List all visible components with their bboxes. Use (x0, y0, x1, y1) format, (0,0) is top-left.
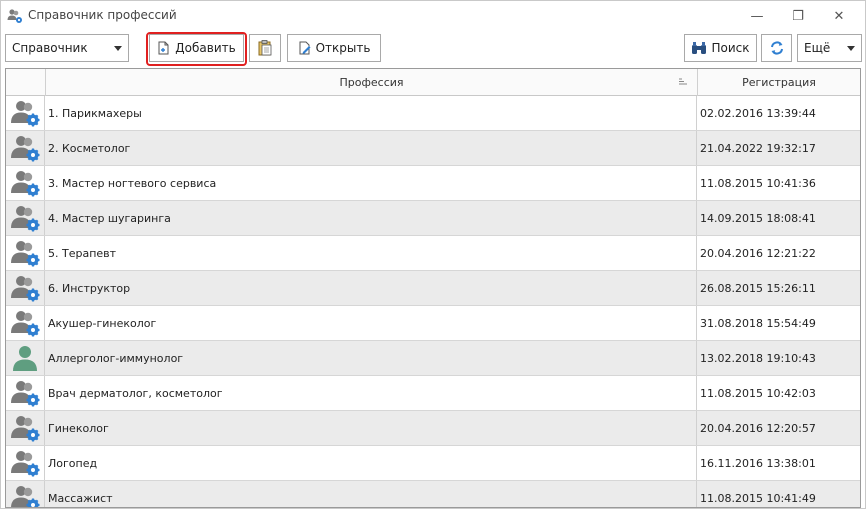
registration-cell: 02.02.2016 13:39:44 (700, 106, 816, 120)
profession-cell: 3. Мастер ногтевого сервиса (46, 166, 697, 200)
edit-document-icon (299, 41, 311, 55)
registration-cell: 16.11.2016 13:38:01 (700, 456, 816, 470)
user-green-icon (13, 346, 37, 371)
more-dropdown-label: Ещё (804, 41, 831, 55)
users-gear-icon (11, 206, 40, 232)
table-row[interactable]: 5. Терапевт 20.04.2016 12:21:22 (6, 236, 860, 271)
header-profession[interactable]: Профессия (46, 69, 698, 96)
add-button-highlight (146, 32, 247, 66)
table-row[interactable]: 3. Мастер ногтевого сервиса 11.08.2015 1… (6, 166, 860, 201)
registration-cell: 11.08.2015 10:42:03 (700, 386, 816, 400)
profession-cell: Аллерголог-иммунолог (46, 341, 697, 375)
registration-cell: 14.09.2015 18:08:41 (700, 211, 816, 225)
registration-cell: 26.08.2015 15:26:11 (700, 281, 816, 295)
clipboard-icon (258, 40, 272, 56)
header-registration[interactable]: Регистрация (698, 69, 860, 96)
row-icon-cell (6, 201, 45, 235)
table-row[interactable]: Гинеколог 20.04.2016 12:20:57 (6, 411, 860, 446)
users-gear-icon (11, 101, 40, 127)
users-gear-icon (11, 276, 40, 302)
close-button[interactable]: ✕ (819, 1, 859, 31)
profession-cell: 2. Косметолог (46, 131, 697, 165)
registration-cell: 11.08.2015 10:41:36 (700, 176, 816, 190)
directory-combo-value: Справочник (12, 41, 88, 55)
title-bar: Справочник профессий — ❐ ✕ (1, 1, 865, 31)
profession-cell: Акушер-гинеколог (46, 306, 697, 340)
users-gear-icon (11, 241, 40, 267)
open-button[interactable]: Открыть (287, 34, 381, 62)
refresh-button[interactable] (761, 34, 792, 62)
profession-cell: Врач дерматолог, косметолог (46, 376, 697, 410)
table-row[interactable]: Логопед 16.11.2016 13:38:01 (6, 446, 860, 481)
row-icon-cell (6, 96, 45, 130)
binoculars-icon (692, 42, 707, 54)
registration-cell: 20.04.2016 12:20:57 (700, 421, 816, 435)
app-window: Справочник профессий — ❐ ✕ Справочник До… (0, 0, 866, 509)
row-icon-cell (6, 376, 45, 410)
header-registration-label: Регистрация (742, 76, 816, 89)
row-icon-cell (6, 131, 45, 165)
search-button-label: Поиск (711, 41, 750, 55)
paste-button[interactable] (249, 34, 281, 62)
profession-cell: 5. Терапевт (46, 236, 697, 270)
maximize-button[interactable]: ❐ (778, 1, 818, 31)
registration-cell: 11.08.2015 10:41:49 (700, 491, 816, 505)
row-icon-cell (6, 481, 45, 507)
header-profession-label: Профессия (339, 76, 404, 89)
table-row[interactable]: Аллерголог-иммунолог 13.02.2018 19:10:43 (6, 341, 860, 376)
profession-cell: 6. Инструктор (46, 271, 697, 305)
registration-cell: 21.04.2022 19:32:17 (700, 141, 816, 155)
table-row[interactable]: Акушер-гинеколог 31.08.2018 15:54:49 (6, 306, 860, 341)
window-title: Справочник профессий (28, 8, 177, 22)
users-gear-icon (11, 136, 40, 162)
registration-cell: 31.08.2018 15:54:49 (700, 316, 816, 330)
table-row[interactable]: 2. Косметолог 21.04.2022 19:32:17 (6, 131, 860, 166)
row-icon-cell (6, 306, 45, 340)
row-icon-cell (6, 236, 45, 270)
directory-combo[interactable]: Справочник (5, 34, 129, 62)
grid-rows: 1. Парикмахеры 02.02.2016 13:39:44 2. Ко… (6, 96, 860, 507)
users-gear-icon (11, 171, 40, 197)
sort-icon (679, 78, 687, 85)
toolbar: Справочник Добавить Открыть Поиск Ещё (1, 31, 865, 67)
profession-cell: 1. Парикмахеры (46, 96, 697, 130)
profession-cell: Гинеколог (46, 411, 697, 445)
table-row[interactable]: 6. Инструктор 26.08.2015 15:26:11 (6, 271, 860, 306)
registration-cell: 20.04.2016 12:21:22 (700, 246, 816, 260)
table-row[interactable]: 1. Парикмахеры 02.02.2016 13:39:44 (6, 96, 860, 131)
more-dropdown[interactable]: Ещё (797, 34, 862, 62)
users-gear-icon (11, 311, 40, 337)
users-gear-icon (7, 9, 22, 23)
users-gear-icon (11, 381, 40, 407)
search-button[interactable]: Поиск (684, 34, 757, 62)
professions-grid: Профессия Регистрация 1. Парикмахеры 02.… (5, 68, 861, 508)
row-icon-cell (6, 411, 45, 445)
profession-cell: Логопед (46, 446, 697, 480)
row-icon-cell (6, 341, 45, 375)
row-icon-cell (6, 166, 45, 200)
users-gear-icon (11, 416, 40, 442)
refresh-icon (770, 41, 783, 55)
profession-cell: Массажист (46, 481, 697, 507)
users-gear-icon (11, 486, 40, 507)
chevron-down-icon (114, 46, 122, 51)
table-row[interactable]: Массажист 11.08.2015 10:41:49 (6, 481, 860, 507)
open-button-label: Открыть (315, 41, 371, 55)
minimize-button[interactable]: — (737, 1, 777, 31)
users-gear-icon (11, 451, 40, 477)
table-row[interactable]: 4. Мастер шугаринга 14.09.2015 18:08:41 (6, 201, 860, 236)
profession-cell: 4. Мастер шугаринга (46, 201, 697, 235)
grid-header: Профессия Регистрация (6, 69, 860, 96)
row-icon-cell (6, 271, 45, 305)
header-icon-column (6, 69, 46, 96)
row-icon-cell (6, 446, 45, 480)
chevron-down-icon (847, 46, 855, 51)
registration-cell: 13.02.2018 19:10:43 (700, 351, 816, 365)
table-row[interactable]: Врач дерматолог, косметолог 11.08.2015 1… (6, 376, 860, 411)
